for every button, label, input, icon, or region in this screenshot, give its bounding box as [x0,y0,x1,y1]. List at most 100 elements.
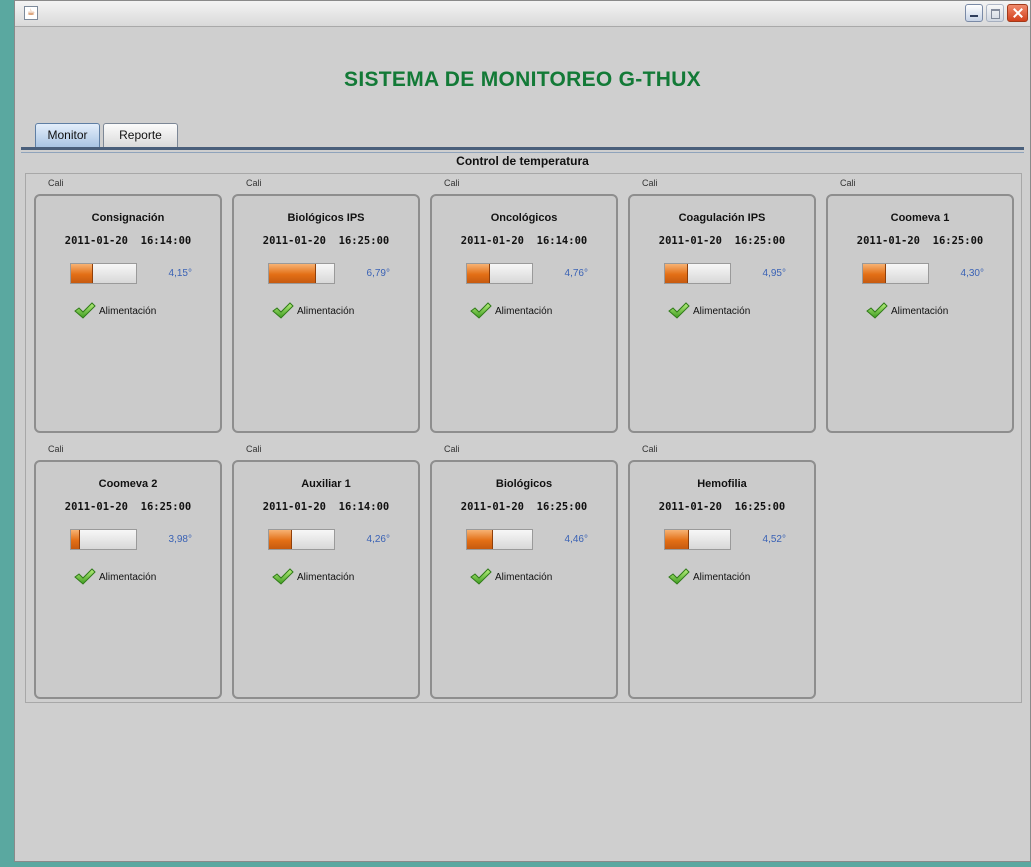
temperature-value: 4,46° [564,534,588,545]
group-title: Control de temperatura [456,154,589,168]
power-label: Alimentación [495,306,553,317]
unit-city-label: Cali [840,178,856,188]
temperature-progress-bar [70,263,137,284]
monitor-card[interactable]: Biológicos 2011-01-20 16:25:00 4,46° Alimen… [430,460,618,699]
unit-name: Coomeva 2 [98,478,158,490]
unit-timestamp: 2011-01-20 16:25:00 [234,235,418,247]
unit-time: 16:14:00 [140,235,192,247]
monitor-card[interactable]: Coomeva 2 2011-01-20 16:25:00 3,98° Aliment… [34,460,222,699]
temperature-progress-bar [268,529,335,550]
monitor-card[interactable]: Oncológicos 2011-01-20 16:14:00 4,76° Alime… [430,194,618,433]
temperature-progress-bar [862,263,929,284]
app-title: SISTEMA DE MONITOREO G-THUX [344,68,701,91]
unit-name: Auxiliar 1 [301,478,351,490]
unit-date: 2011-01-20 [460,501,524,513]
temperature-progress-fill [467,530,493,549]
check-icon [272,302,294,320]
unit-name: Coomeva 1 [890,212,950,224]
check-icon [272,568,294,586]
unit-city-label: Cali [246,178,262,188]
temperature-progress-fill [665,264,689,283]
app-window: ☕ SISTEMA DE MONITOREO G-THUX Monitor Re… [14,0,1031,862]
temperature-progress-bar [466,529,533,550]
unit-name: Biológicos IPS [287,212,365,224]
title-bar[interactable]: ☕ [15,1,1030,27]
unit-time: 16:25:00 [734,235,786,247]
unit-timestamp: 2011-01-20 16:25:00 [36,501,220,513]
temperature-value: 4,30° [960,268,984,279]
unit-timestamp: 2011-01-20 16:25:00 [630,235,814,247]
monitor-card[interactable]: Coagulación IPS 2011-01-20 16:25:00 4,95° A… [628,194,816,433]
unit-city-label: Cali [444,178,460,188]
temperature-progress-fill [71,530,80,549]
tab-monitor[interactable]: Monitor [35,123,100,148]
unit-time: 16:14:00 [338,501,390,513]
maximize-button[interactable] [986,4,1004,22]
tab-reporte[interactable]: Reporte [103,123,178,148]
power-label: Alimentación [99,306,157,317]
unit-timestamp: 2011-01-20 16:14:00 [36,235,220,247]
temperature-progress-bar [664,263,731,284]
power-label: Alimentación [495,572,553,583]
unit-date: 2011-01-20 [856,235,920,247]
close-button[interactable] [1007,4,1028,22]
temperature-value: 4,95° [762,268,786,279]
unit-timestamp: 2011-01-20 16:14:00 [234,501,418,513]
temperature-value: 4,26° [366,534,390,545]
power-label: Alimentación [297,572,355,583]
monitor-card[interactable]: Biológicos IPS 2011-01-20 16:25:00 6,79° Al… [232,194,420,433]
temperature-progress-fill [665,530,690,549]
check-icon [668,568,690,586]
monitor-card[interactable]: Consignación 2011-01-20 16:14:00 4,15° Alim… [34,194,222,433]
unit-date: 2011-01-20 [658,501,722,513]
check-icon [668,302,690,320]
unit-date: 2011-01-20 [658,235,722,247]
unit-time: 16:25:00 [734,501,786,513]
monitor-card[interactable]: Auxiliar 1 2011-01-20 16:14:00 4,26° Alimen… [232,460,420,699]
unit-city-label: Cali [48,444,64,454]
monitor-card[interactable]: Hemofilia 2011-01-20 16:25:00 4,52° Aliment… [628,460,816,699]
unit-name: Biológicos [495,478,553,490]
power-label: Alimentación [693,306,751,317]
minimize-button[interactable] [965,4,983,22]
unit-city-label: Cali [642,444,658,454]
temperature-value: 4,76° [564,268,588,279]
unit-city-label: Cali [246,444,262,454]
unit-date: 2011-01-20 [262,501,326,513]
check-icon [74,568,96,586]
temperature-progress-fill [269,264,316,283]
unit-date: 2011-01-20 [64,235,128,247]
unit-timestamp: 2011-01-20 16:14:00 [432,235,616,247]
unit-city-label: Cali [642,178,658,188]
check-icon [470,568,492,586]
unit-city-label: Cali [48,178,64,188]
unit-name: Coagulación IPS [678,212,766,224]
unit-name: Consignación [91,212,165,224]
unit-date: 2011-01-20 [460,235,524,247]
check-icon [74,302,96,320]
power-label: Alimentación [99,572,157,583]
temperature-progress-fill [269,530,293,549]
monitor-card[interactable]: Coomeva 1 2011-01-20 16:25:00 4,30° Aliment… [826,194,1014,433]
unit-name: Oncológicos [490,212,558,224]
temperature-value: 6,79° [366,268,390,279]
temperature-progress-bar [466,263,533,284]
unit-timestamp: 2011-01-20 16:25:00 [828,235,1012,247]
power-label: Alimentación [693,572,751,583]
check-icon [470,302,492,320]
unit-city-label: Cali [444,444,460,454]
temperature-progress-bar [268,263,335,284]
temperature-value: 4,15° [168,268,192,279]
unit-timestamp: 2011-01-20 16:25:00 [630,501,814,513]
unit-time: 16:25:00 [140,501,192,513]
unit-time: 16:25:00 [536,501,588,513]
unit-time: 16:25:00 [338,235,390,247]
temperature-value: 4,52° [762,534,786,545]
java-app-icon[interactable]: ☕ [24,6,38,20]
unit-timestamp: 2011-01-20 16:25:00 [432,501,616,513]
unit-time: 16:14:00 [536,235,588,247]
check-icon [866,302,888,320]
unit-time: 16:25:00 [932,235,984,247]
tab-divider [21,147,1024,150]
power-label: Alimentación [297,306,355,317]
